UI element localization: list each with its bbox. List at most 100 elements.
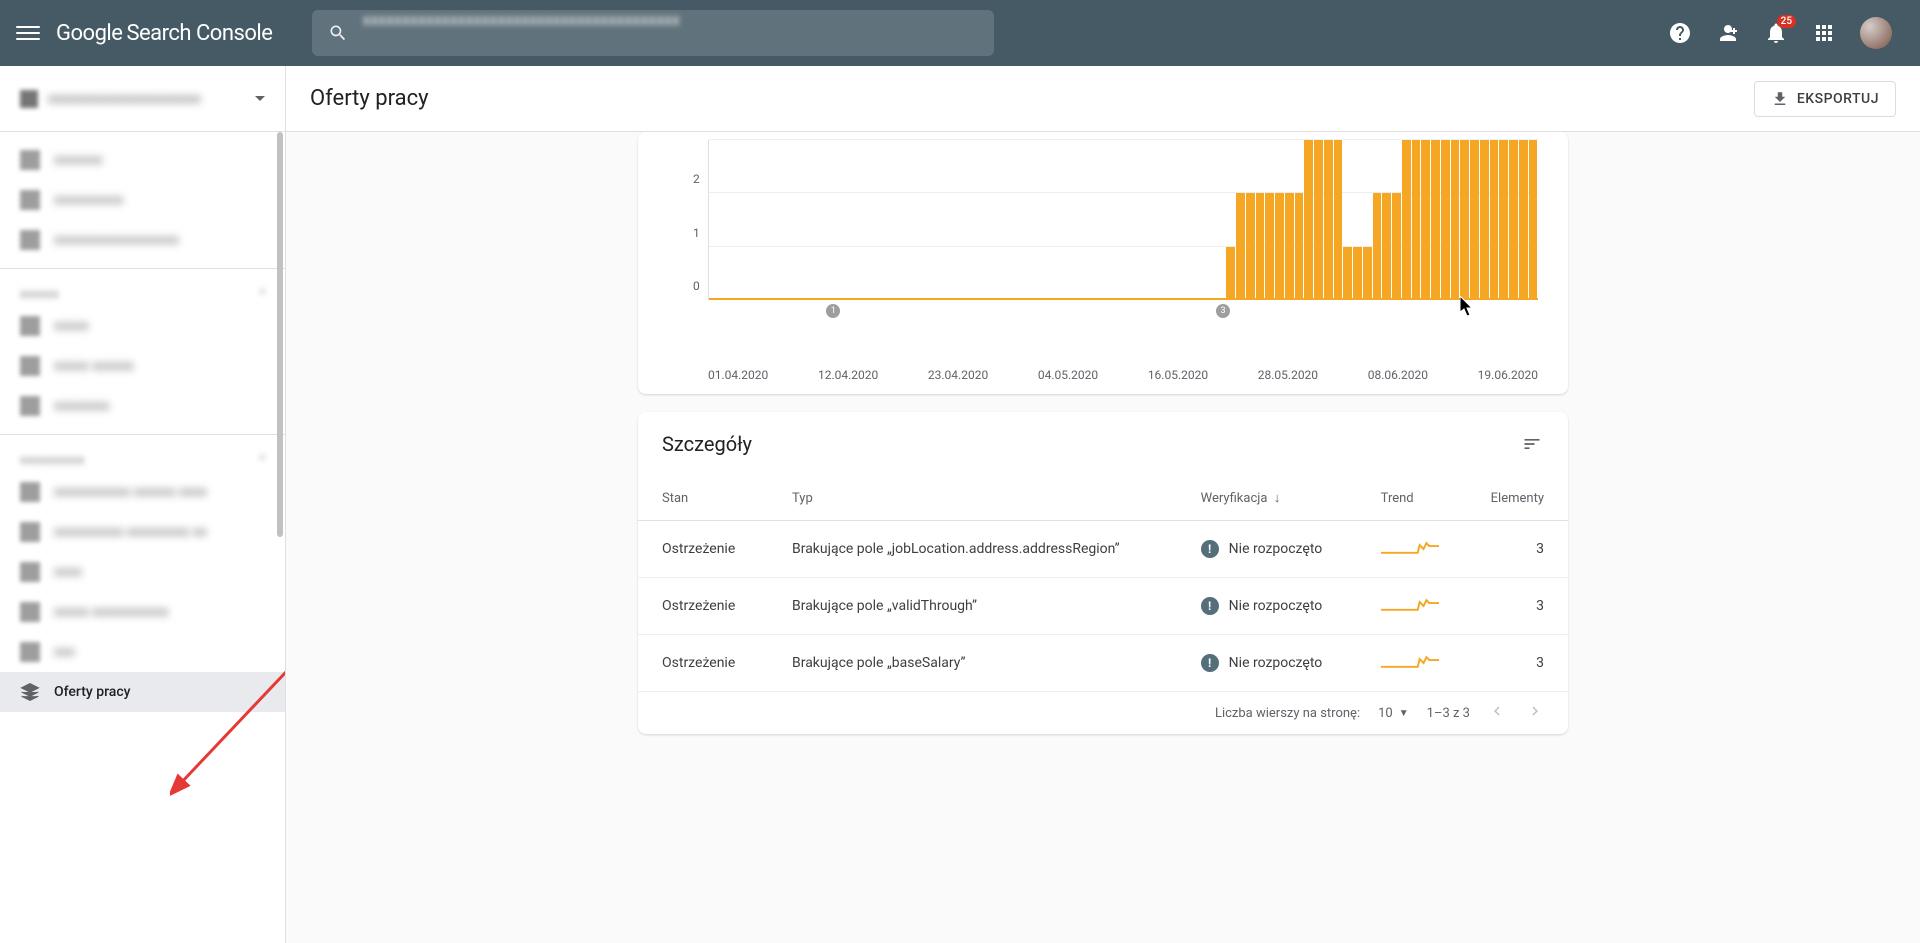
sidebar-item[interactable]: xxxxxxxxxx	[0, 180, 285, 220]
row-elements: 3	[1467, 578, 1568, 635]
property-text: xxxxxxxxxxxxxxxxxxxxxx	[48, 91, 241, 107]
row-type: Brakujące pole „validThrough”	[768, 578, 1177, 635]
nav-icon	[20, 190, 40, 210]
row-trend	[1357, 578, 1467, 635]
chart-xaxis: 01.04.202012.04.202023.04.202004.05.2020…	[708, 342, 1538, 382]
col-weryfikacja[interactable]: Weryfikacja ↓	[1177, 476, 1357, 521]
next-page-button[interactable]	[1526, 702, 1544, 724]
row-elements: 3	[1467, 521, 1568, 578]
yaxis-tick: 1	[693, 226, 700, 240]
chart-bar	[1392, 193, 1401, 300]
chart-bar	[1334, 140, 1343, 300]
table-row[interactable]: Ostrzeżenie Brakujące pole „validThrough…	[638, 578, 1568, 635]
sidebar-item[interactable]: xxxx	[0, 552, 285, 592]
chart-bar	[1304, 140, 1313, 300]
app-logo: Google Search Console	[56, 21, 272, 46]
xaxis-tick: 01.04.2020	[708, 368, 768, 382]
xaxis-tick: 16.05.2020	[1148, 368, 1208, 382]
notifications-icon[interactable]: 25	[1764, 21, 1788, 45]
chart-event-marker[interactable]: 1	[826, 304, 840, 318]
xaxis-tick: 19.06.2020	[1478, 368, 1538, 382]
sidebar-item[interactable]: xxxxxxxxxxxxxxxxxx	[0, 220, 285, 260]
sidebar-item[interactable]: xxxxx xxxxxxxxxxx	[0, 592, 285, 632]
sidebar-item[interactable]: xxxxx xxxxxx	[0, 346, 285, 386]
row-status: Ostrzeżenie	[638, 578, 768, 635]
chart-bar	[1412, 140, 1421, 300]
nav-icon	[20, 396, 40, 416]
property-selector[interactable]: xxxxxxxxxxxxxxxxxxxxxx	[0, 66, 285, 132]
table-row[interactable]: Ostrzeżenie Brakujące pole „baseSalary” …	[638, 635, 1568, 692]
export-label: EKSPORTUJ	[1797, 91, 1879, 107]
search-box[interactable]: xxxxxxxxxxxxxxxxxxxxxxxxxxxxxxxxxxxxxxxx	[312, 10, 994, 56]
sidebar-item[interactable]: xxxxxxx	[0, 140, 285, 180]
chart-bar	[1314, 140, 1323, 300]
yaxis-tick: 3	[693, 132, 700, 133]
header-icons: 25	[1668, 17, 1892, 49]
sidebar-item[interactable]: xxx	[0, 632, 285, 672]
rows-per-page-select[interactable]: 10 ▼	[1378, 706, 1409, 721]
search-input[interactable]: xxxxxxxxxxxxxxxxxxxxxxxxxxxxxxxxxxxxxxxx	[362, 10, 978, 56]
nav-icon	[20, 230, 40, 250]
row-status: Ostrzeżenie	[638, 635, 768, 692]
property-icon	[20, 90, 38, 108]
details-card: Szczegóły Stan Typ Weryfikacja ↓ Trend E…	[638, 412, 1568, 734]
chart-bar	[1382, 193, 1391, 300]
details-table: Stan Typ Weryfikacja ↓ Trend Elementy Os…	[638, 476, 1568, 692]
nav-icon	[20, 356, 40, 376]
nav-icon	[20, 522, 40, 542]
row-verification: !Nie rozpoczęto	[1177, 635, 1357, 692]
chevron-right-icon	[255, 96, 265, 101]
apps-icon[interactable]	[1812, 21, 1836, 45]
row-verification: !Nie rozpoczęto	[1177, 521, 1357, 578]
nav-icon	[20, 316, 40, 336]
chart-bar	[1236, 193, 1245, 300]
sidebar-item[interactable]: xxxxxxxx	[0, 386, 285, 426]
col-typ[interactable]: Typ	[768, 476, 1177, 521]
chart-bar	[1373, 193, 1382, 300]
menu-button[interactable]	[16, 21, 40, 45]
nav-icon	[20, 482, 40, 502]
sidebar-item[interactable]: xxxxxxxxxx xxxxxxxxx xx	[0, 512, 285, 552]
avatar[interactable]	[1860, 17, 1892, 49]
xaxis-tick: 12.04.2020	[818, 368, 878, 382]
chart-bar	[1402, 140, 1411, 300]
row-type: Brakujące pole „baseSalary”	[768, 635, 1177, 692]
xaxis-tick: 28.05.2020	[1258, 368, 1318, 382]
row-type: Brakujące pole „jobLocation.address.addr…	[768, 521, 1177, 578]
filter-icon[interactable]	[1520, 432, 1544, 456]
row-verification: !Nie rozpoczęto	[1177, 578, 1357, 635]
chart-bar	[1480, 140, 1489, 300]
chart-bar	[1421, 140, 1430, 300]
help-icon[interactable]	[1668, 21, 1692, 45]
chart-bar	[1470, 140, 1479, 300]
sidebar-item[interactable]: xxxxxxxxxxx xxxxxx xxxx	[0, 472, 285, 512]
chart-bar	[1529, 140, 1538, 300]
table-row[interactable]: Ostrzeżenie Brakujące pole „jobLocation.…	[638, 521, 1568, 578]
export-button[interactable]: EKSPORTUJ	[1754, 81, 1896, 117]
col-stan[interactable]: Stan	[638, 476, 768, 521]
search-icon	[328, 23, 348, 43]
row-elements: 3	[1467, 635, 1568, 692]
col-elementy[interactable]: Elementy	[1467, 476, 1568, 521]
chart-bar	[1246, 193, 1255, 300]
page-title: Oferty pracy	[310, 86, 1754, 111]
logo-sc-text: Search Console	[126, 21, 272, 46]
layers-icon	[20, 682, 40, 702]
sidebar: xxxxxxxxxxxxxxxxxxxxxx xxxxxxx xxxxxxxxx…	[0, 66, 286, 943]
users-icon[interactable]	[1716, 21, 1740, 45]
chart: 012313	[638, 132, 1568, 342]
nav-icon	[20, 602, 40, 622]
chart-bar	[1363, 247, 1372, 300]
row-status: Ostrzeżenie	[638, 521, 768, 578]
sidebar-item-oferty-pracy[interactable]: Oferty pracy	[0, 672, 285, 712]
chart-event-marker[interactable]: 3	[1216, 304, 1230, 318]
sidebar-section-label: xxxxxxxxxx^	[0, 443, 285, 472]
chart-bar	[1226, 247, 1235, 300]
sidebar-item[interactable]: xxxxx	[0, 306, 285, 346]
info-icon: !	[1201, 654, 1219, 672]
col-trend[interactable]: Trend	[1357, 476, 1467, 521]
prev-page-button[interactable]	[1488, 702, 1506, 724]
pagination-range: 1–3 z 3	[1427, 706, 1470, 721]
nav-icon	[20, 150, 40, 170]
chart-bar	[1490, 140, 1499, 300]
